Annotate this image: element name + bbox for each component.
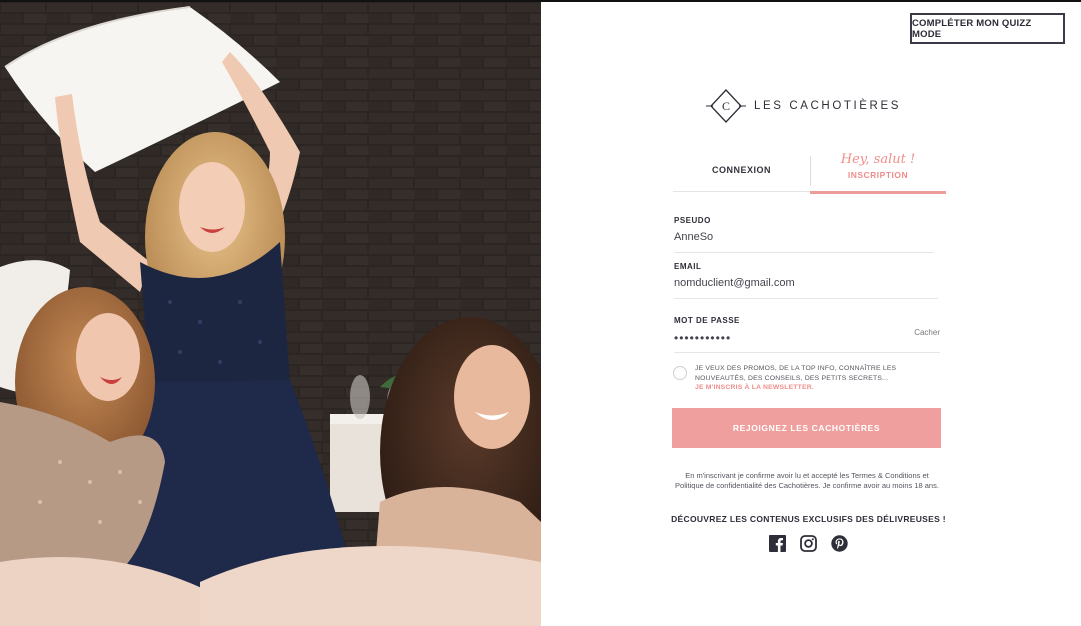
facebook-icon[interactable]: [769, 535, 786, 552]
signup-panel: COMPLÉTER MON QUIZZ MODE C LES CACHOTIÈR…: [541, 2, 1081, 626]
pseudo-label: PSEUDO: [674, 216, 711, 225]
auth-tabs: CONNEXION Hey, salut ! INSCRIPTION: [673, 152, 946, 196]
password-input[interactable]: •••••••••••: [674, 331, 940, 347]
password-label: MOT DE PASSE: [674, 316, 740, 325]
logo-letter: C: [722, 99, 730, 113]
newsletter-checkbox[interactable]: [673, 366, 687, 380]
tab-inscription-label: INSCRIPTION: [847, 170, 909, 180]
discover-heading: DÉCOUVREZ LES CONTENUS EXCLUSIFS DES DÉL…: [671, 514, 946, 524]
tab-connexion[interactable]: CONNEXION: [673, 152, 810, 192]
brand-logo[interactable]: C LES CACHOTIÈRES: [706, 88, 901, 124]
email-underline: [674, 298, 938, 299]
brand-name: LES CACHOTIÈRES: [754, 100, 901, 112]
hide-password-link[interactable]: Cacher: [914, 328, 940, 337]
quiz-mode-button[interactable]: COMPLÉTER MON QUIZZ MODE: [910, 13, 1065, 44]
email-field: EMAIL nomduclient@gmail.com: [674, 262, 938, 299]
social-links: [769, 535, 848, 552]
email-label: EMAIL: [674, 262, 702, 271]
newsletter-description: JE VEUX DES PROMOS, DE LA TOP INFO, CONN…: [695, 365, 897, 382]
newsletter-optin: JE VEUX DES PROMOS, DE LA TOP INFO, CONN…: [673, 364, 948, 393]
newsletter-text: JE VEUX DES PROMOS, DE LA TOP INFO, CONN…: [695, 364, 948, 393]
email-input[interactable]: nomduclient@gmail.com: [674, 277, 938, 293]
newsletter-link[interactable]: JE M'INSCRIS À LA NEWSLETTER.: [695, 383, 948, 393]
legal-notice: En m'inscrivant je confirme avoir lu et …: [675, 471, 939, 490]
hero-photo-illustration: [0, 2, 541, 626]
join-submit-button[interactable]: REJOIGNEZ LES CACHOTIÈRES: [672, 408, 941, 448]
password-field: MOT DE PASSE ••••••••••• Cacher: [674, 316, 940, 353]
pseudo-underline: [674, 252, 934, 253]
tab-inscription[interactable]: Hey, salut ! INSCRIPTION: [810, 152, 946, 194]
hero-photo: [0, 2, 541, 626]
password-underline: [674, 352, 940, 353]
pseudo-field: PSEUDO AnneSo: [674, 216, 934, 253]
pinterest-icon[interactable]: [831, 535, 848, 552]
instagram-icon[interactable]: [800, 535, 817, 552]
logo-diamond-icon: C: [706, 88, 746, 124]
tab-greeting: Hey, salut !: [840, 152, 916, 167]
pseudo-input[interactable]: AnneSo: [674, 231, 934, 247]
